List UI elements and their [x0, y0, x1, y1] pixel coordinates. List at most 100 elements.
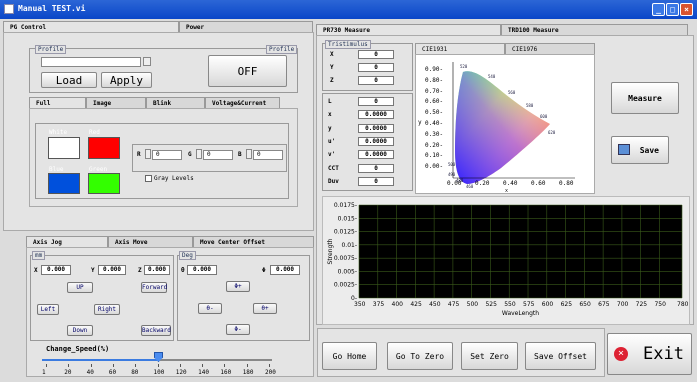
y-tick-label: 0.005-	[338, 268, 357, 275]
close-icon[interactable]: ×	[680, 3, 693, 16]
up-button[interactable]: UP	[67, 282, 93, 293]
set-zero-button[interactable]: Set Zero	[461, 342, 518, 370]
save-label: Save	[639, 146, 659, 155]
maximize-icon[interactable]: □	[666, 3, 679, 16]
tristimulus-value[interactable]: 0	[358, 50, 394, 59]
white-swatch[interactable]	[48, 137, 80, 159]
x-value[interactable]: 0.000	[41, 265, 71, 275]
b-input[interactable]: 0	[253, 150, 283, 160]
cie-ytick: 0.60-	[425, 98, 444, 106]
cie-wavelength-label: 540	[488, 74, 496, 79]
save-offset-button[interactable]: Save Offset	[525, 342, 596, 370]
forward-button[interactable]: Forward	[141, 282, 167, 293]
tab-trd100-measure[interactable]: TRD100 Measure	[501, 24, 688, 35]
browse-icon[interactable]	[143, 57, 151, 66]
cie-wavelength-label: 500	[448, 162, 456, 167]
tab-full[interactable]: Full	[29, 97, 86, 108]
speed-tick-mark	[269, 364, 270, 367]
b-label: B	[238, 151, 242, 158]
y-tick-label: 0.0125-	[334, 229, 357, 236]
speed-tick-label: 100	[153, 369, 165, 376]
theta-value[interactable]: 0.000	[187, 265, 217, 275]
tab-cie1931[interactable]: CIE1931	[415, 43, 505, 54]
tristimulus-label: Tristimulus	[325, 40, 371, 49]
green-swatch[interactable]	[88, 173, 120, 194]
speed-tick-label: 140	[198, 369, 209, 376]
speed-tick-label: 180	[242, 369, 254, 376]
z-value[interactable]: 0.000	[144, 265, 170, 275]
speed-tick-mark	[157, 364, 159, 367]
g-spinner-icon[interactable]	[196, 149, 202, 159]
phi-minus-button[interactable]: Φ-	[226, 324, 250, 335]
param-value[interactable]: 0.0000	[358, 123, 394, 133]
load-button[interactable]: Load	[41, 72, 97, 88]
x-tick-label: 475	[448, 301, 460, 308]
go-home-button[interactable]: Go Home	[322, 342, 377, 370]
param-key: L	[328, 98, 332, 105]
cie-xtick: 0.20	[475, 180, 490, 187]
left-button[interactable]: Left	[37, 304, 59, 315]
x-tick-label: 425	[410, 301, 422, 308]
blue-swatch[interactable]	[48, 173, 80, 194]
x-tick-label: 675	[598, 301, 610, 308]
save-icon	[618, 144, 630, 155]
tab-image[interactable]: Image	[86, 97, 146, 108]
theta-plus-button[interactable]: θ+	[253, 303, 277, 314]
go-to-zero-button[interactable]: Go To Zero	[387, 342, 453, 370]
param-key: y	[328, 124, 332, 132]
right-button[interactable]: Right	[94, 304, 120, 315]
y-value[interactable]: 0.000	[98, 265, 126, 275]
param-value[interactable]: 0	[358, 163, 394, 173]
exit-button[interactable]: × Exit	[607, 333, 692, 375]
tab-pr730-measure[interactable]: PR730 Measure	[316, 24, 501, 35]
gray-levels-label: Gray Levels	[154, 175, 194, 182]
window-titlebar: Manual TEST.vi _ □ ×	[0, 0, 697, 19]
tab-axis-jog[interactable]: Axis Jog	[26, 236, 108, 247]
r-spinner-icon[interactable]	[145, 149, 151, 159]
x-tick-label: 650	[579, 301, 591, 308]
minimize-icon[interactable]: _	[652, 3, 665, 16]
y-tick-label: 0.0025-	[334, 282, 357, 289]
cie-xtick: 0.80	[559, 180, 574, 187]
power-off-button[interactable]: OFF	[208, 55, 287, 87]
tab-voltage-current[interactable]: Voltage&Current	[205, 97, 280, 108]
x-tick-label: 350	[354, 301, 366, 308]
speed-tick-mark	[90, 364, 92, 367]
param-value[interactable]: 0.0000	[358, 110, 394, 120]
tab-move-center-offset[interactable]: Move Center Offset	[193, 236, 314, 247]
speed-tick-mark	[202, 364, 204, 367]
phi-value[interactable]: 0.000	[270, 265, 300, 275]
tab-pg-control[interactable]: PG Control	[3, 21, 179, 32]
save-button[interactable]: Save	[611, 136, 669, 164]
down-button[interactable]: Down	[67, 325, 93, 336]
profile-path-input[interactable]	[41, 57, 141, 67]
b-spinner-icon[interactable]	[246, 149, 252, 159]
tab-cie1976[interactable]: CIE1976	[505, 43, 595, 54]
r-input[interactable]: 0	[152, 150, 182, 160]
param-value[interactable]: 0	[358, 97, 394, 106]
param-key: x	[328, 111, 332, 119]
param-value[interactable]: 0	[358, 176, 394, 186]
red-swatch[interactable]	[88, 137, 120, 159]
g-input[interactable]: 0	[203, 150, 233, 160]
theta-minus-button[interactable]: θ-	[198, 303, 222, 314]
gray-levels-checkbox[interactable]	[145, 175, 152, 182]
cie-wavelength-label: 520	[460, 64, 468, 69]
param-value[interactable]: 0.0000	[358, 150, 394, 160]
param-value[interactable]: 0.0000	[358, 136, 394, 146]
deg-label: Deg	[179, 251, 196, 260]
tab-axis-move[interactable]: Axis Move	[108, 236, 193, 247]
measure-button[interactable]: Measure	[611, 82, 679, 114]
apply-button[interactable]: Apply	[101, 72, 152, 88]
tristimulus-value[interactable]: 0	[358, 76, 394, 85]
tristimulus-key: Z	[330, 77, 334, 84]
tab-power[interactable]: Power	[179, 21, 313, 32]
backward-button[interactable]: Backward	[141, 325, 171, 336]
theta-label: θ	[181, 267, 185, 274]
tristimulus-value[interactable]: 0	[358, 63, 394, 72]
tab-blink[interactable]: Blink	[146, 97, 205, 108]
phi-plus-button[interactable]: Φ+	[226, 281, 250, 292]
cie-wavelength-label: 560	[508, 90, 516, 95]
cie-wavelength-label: 600	[540, 114, 548, 119]
x-tick-label: 525	[485, 301, 497, 308]
